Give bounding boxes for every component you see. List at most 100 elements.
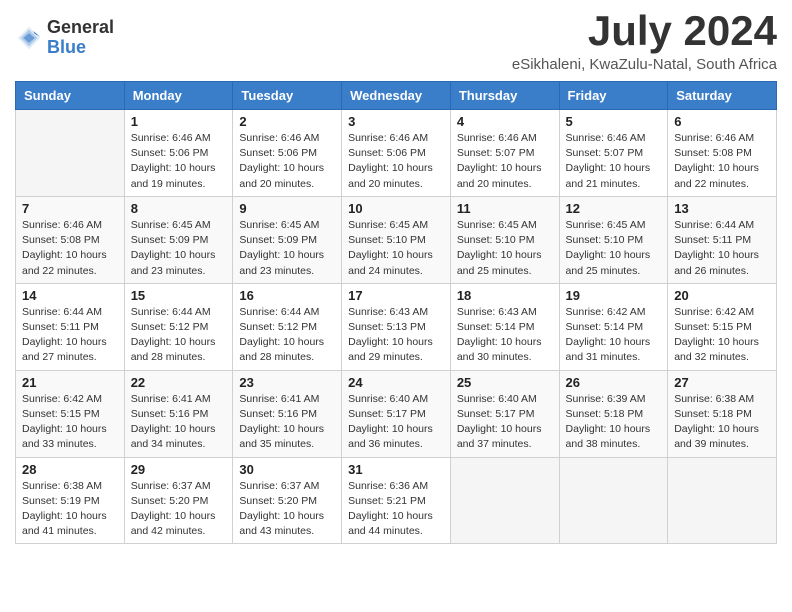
day-number: 27 (674, 375, 770, 390)
day-info: Sunrise: 6:38 AM Sunset: 5:18 PM Dayligh… (674, 392, 770, 453)
day-number: 9 (239, 201, 335, 216)
day-number: 25 (457, 375, 553, 390)
day-info: Sunrise: 6:43 AM Sunset: 5:14 PM Dayligh… (457, 305, 553, 366)
calendar-cell: 13Sunrise: 6:44 AM Sunset: 5:11 PM Dayli… (668, 196, 777, 283)
day-number: 1 (131, 114, 227, 129)
calendar-cell (450, 457, 559, 544)
calendar-cell: 24Sunrise: 6:40 AM Sunset: 5:17 PM Dayli… (342, 370, 451, 457)
logo-general: General (47, 18, 114, 38)
day-number: 30 (239, 462, 335, 477)
day-info: Sunrise: 6:46 AM Sunset: 5:06 PM Dayligh… (348, 131, 444, 192)
calendar-cell: 4 Sunrise: 6:46 AM Sunset: 5:07 PM Daylig… (450, 110, 559, 197)
day-number: 26 (566, 375, 662, 390)
day-number: 19 (566, 288, 662, 303)
calendar-cell: 18Sunrise: 6:43 AM Sunset: 5:14 PM Dayli… (450, 283, 559, 370)
day-info: Sunrise: 6:46 AM Sunset: 5:08 PM Dayligh… (674, 131, 770, 192)
month-title: July 2024 (512, 10, 777, 52)
calendar-cell: 16 Sunrise: 6:44 AM Sunset: 5:12 PM Dayli… (233, 283, 342, 370)
logo: General Blue (15, 18, 114, 58)
calendar-cell: 10 Sunrise: 6:45 AM Sunset: 5:10 PM Dayli… (342, 196, 451, 283)
calendar-cell: 1 Sunrise: 6:46 AM Sunset: 5:06 PM Daylig… (124, 110, 233, 197)
day-number: 10 (348, 201, 444, 216)
calendar-cell: 25 Sunrise: 6:40 AM Sunset: 5:17 PM Dayli… (450, 370, 559, 457)
calendar-cell: 20 Sunrise: 6:42 AM Sunset: 5:15 PM Dayli… (668, 283, 777, 370)
calendar-cell: 5 Sunrise: 6:46 AM Sunset: 5:07 PM Daylig… (559, 110, 668, 197)
day-info: Sunrise: 6:45 AM Sunset: 5:09 PM Dayligh… (239, 218, 335, 279)
calendar-cell: 6 Sunrise: 6:46 AM Sunset: 5:08 PM Daylig… (668, 110, 777, 197)
day-info: Sunrise: 6:46 AM Sunset: 5:07 PM Dayligh… (566, 131, 662, 192)
day-number: 5 (566, 114, 662, 129)
day-info: Sunrise: 6:45 AM Sunset: 5:09 PM Dayligh… (131, 218, 227, 279)
day-number: 6 (674, 114, 770, 129)
calendar-cell: 17 Sunrise: 6:43 AM Sunset: 5:13 PM Dayli… (342, 283, 451, 370)
day-number: 20 (674, 288, 770, 303)
day-info: Sunrise: 6:38 AM Sunset: 5:19 PM Dayligh… (22, 479, 118, 540)
calendar-cell: 27 Sunrise: 6:38 AM Sunset: 5:18 PM Dayli… (668, 370, 777, 457)
day-info: Sunrise: 6:46 AM Sunset: 5:06 PM Dayligh… (131, 131, 227, 192)
calendar-cell: 2Sunrise: 6:46 AM Sunset: 5:06 PM Daylig… (233, 110, 342, 197)
day-number: 28 (22, 462, 118, 477)
calendar-cell: 14Sunrise: 6:44 AM Sunset: 5:11 PM Dayli… (16, 283, 125, 370)
calendar-cell: 7 Sunrise: 6:46 AM Sunset: 5:08 PM Daylig… (16, 196, 125, 283)
day-number: 22 (131, 375, 227, 390)
day-info: Sunrise: 6:36 AM Sunset: 5:21 PM Dayligh… (348, 479, 444, 540)
day-info: Sunrise: 6:44 AM Sunset: 5:12 PM Dayligh… (239, 305, 335, 366)
day-number: 3 (348, 114, 444, 129)
calendar-cell: 19 Sunrise: 6:42 AM Sunset: 5:14 PM Dayli… (559, 283, 668, 370)
weekday-header: Thursday (450, 82, 559, 110)
day-info: Sunrise: 6:46 AM Sunset: 5:06 PM Dayligh… (239, 131, 335, 192)
weekday-header: Friday (559, 82, 668, 110)
day-info: Sunrise: 6:45 AM Sunset: 5:10 PM Dayligh… (457, 218, 553, 279)
day-info: Sunrise: 6:43 AM Sunset: 5:13 PM Dayligh… (348, 305, 444, 366)
day-number: 15 (131, 288, 227, 303)
calendar-week-row: 14Sunrise: 6:44 AM Sunset: 5:11 PM Dayli… (16, 283, 777, 370)
calendar-week-row: 7 Sunrise: 6:46 AM Sunset: 5:08 PM Daylig… (16, 196, 777, 283)
logo-text: General Blue (47, 18, 114, 58)
title-area: July 2024 eSikhaleni, KwaZulu-Natal, Sou… (512, 10, 777, 73)
day-number: 8 (131, 201, 227, 216)
day-info: Sunrise: 6:42 AM Sunset: 5:15 PM Dayligh… (22, 392, 118, 453)
calendar-cell: 11Sunrise: 6:45 AM Sunset: 5:10 PM Dayli… (450, 196, 559, 283)
day-info: Sunrise: 6:37 AM Sunset: 5:20 PM Dayligh… (239, 479, 335, 540)
day-info: Sunrise: 6:42 AM Sunset: 5:14 PM Dayligh… (566, 305, 662, 366)
day-info: Sunrise: 6:44 AM Sunset: 5:12 PM Dayligh… (131, 305, 227, 366)
day-number: 14 (22, 288, 118, 303)
calendar-cell: 22Sunrise: 6:41 AM Sunset: 5:16 PM Dayli… (124, 370, 233, 457)
day-info: Sunrise: 6:45 AM Sunset: 5:10 PM Dayligh… (348, 218, 444, 279)
day-number: 7 (22, 201, 118, 216)
calendar-cell: 29 Sunrise: 6:37 AM Sunset: 5:20 PM Dayli… (124, 457, 233, 544)
day-info: Sunrise: 6:46 AM Sunset: 5:07 PM Dayligh… (457, 131, 553, 192)
day-info: Sunrise: 6:42 AM Sunset: 5:15 PM Dayligh… (674, 305, 770, 366)
day-info: Sunrise: 6:45 AM Sunset: 5:10 PM Dayligh… (566, 218, 662, 279)
weekday-header: Tuesday (233, 82, 342, 110)
day-number: 17 (348, 288, 444, 303)
location-subtitle: eSikhaleni, KwaZulu-Natal, South Africa (512, 56, 777, 73)
weekday-header: Monday (124, 82, 233, 110)
calendar-cell: 26 Sunrise: 6:39 AM Sunset: 5:18 PM Dayli… (559, 370, 668, 457)
day-info: Sunrise: 6:37 AM Sunset: 5:20 PM Dayligh… (131, 479, 227, 540)
calendar-cell: 31Sunrise: 6:36 AM Sunset: 5:21 PM Dayli… (342, 457, 451, 544)
calendar-cell (16, 110, 125, 197)
calendar-cell: 3 Sunrise: 6:46 AM Sunset: 5:06 PM Daylig… (342, 110, 451, 197)
day-number: 21 (22, 375, 118, 390)
day-number: 29 (131, 462, 227, 477)
day-info: Sunrise: 6:40 AM Sunset: 5:17 PM Dayligh… (348, 392, 444, 453)
calendar-cell: 8 Sunrise: 6:45 AM Sunset: 5:09 PM Daylig… (124, 196, 233, 283)
calendar-table: SundayMondayTuesdayWednesdayThursdayFrid… (15, 81, 777, 544)
calendar-week-row: 21 Sunrise: 6:42 AM Sunset: 5:15 PM Dayli… (16, 370, 777, 457)
logo-icon (15, 24, 43, 52)
day-info: Sunrise: 6:46 AM Sunset: 5:08 PM Dayligh… (22, 218, 118, 279)
weekday-header: Sunday (16, 82, 125, 110)
weekday-header: Wednesday (342, 82, 451, 110)
calendar-cell: 9 Sunrise: 6:45 AM Sunset: 5:09 PM Daylig… (233, 196, 342, 283)
day-info: Sunrise: 6:39 AM Sunset: 5:18 PM Dayligh… (566, 392, 662, 453)
weekday-header: Saturday (668, 82, 777, 110)
day-number: 4 (457, 114, 553, 129)
day-number: 16 (239, 288, 335, 303)
day-number: 12 (566, 201, 662, 216)
calendar-cell: 23Sunrise: 6:41 AM Sunset: 5:16 PM Dayli… (233, 370, 342, 457)
calendar-cell: 12 Sunrise: 6:45 AM Sunset: 5:10 PM Dayli… (559, 196, 668, 283)
day-info: Sunrise: 6:40 AM Sunset: 5:17 PM Dayligh… (457, 392, 553, 453)
logo-blue: Blue (47, 38, 114, 58)
day-number: 13 (674, 201, 770, 216)
